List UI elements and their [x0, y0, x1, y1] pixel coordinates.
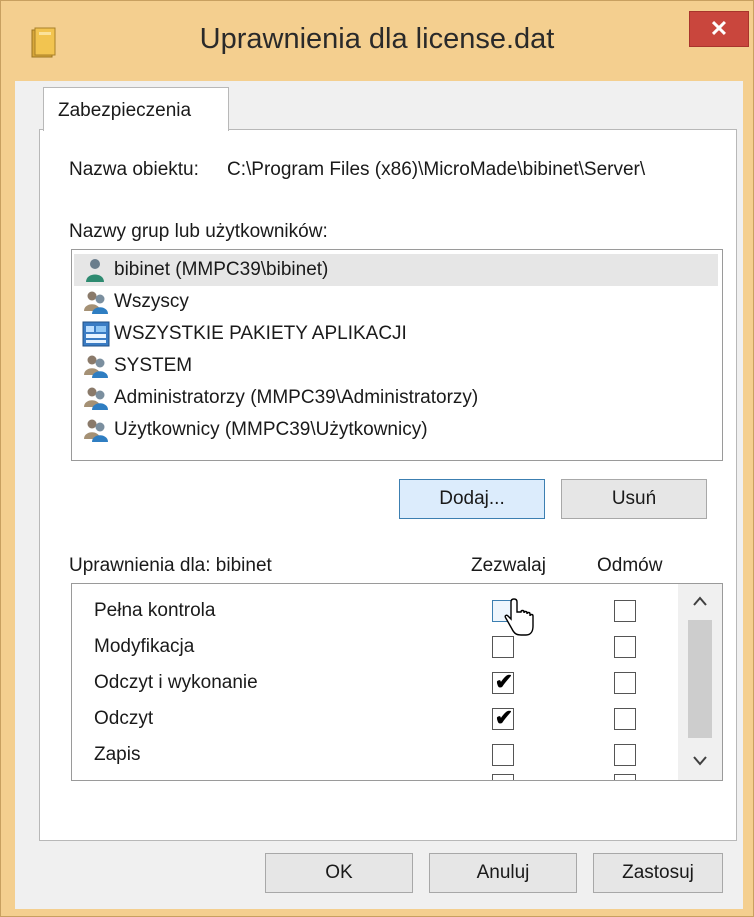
checkmark-icon: ✔ [494, 705, 514, 730]
dialog-client-area: Zabezpieczenia Nazwa obiektu: C:\Program… [15, 81, 743, 909]
permissions-dialog: Uprawnienia dla license.dat ✕ Zabezpiecz… [0, 0, 754, 917]
add-button[interactable]: Dodaj... [399, 479, 545, 519]
permission-row: Odczyt ✔ [72, 702, 672, 738]
list-item-label: Użytkownicy (MMPC39\Użytkownicy) [114, 419, 428, 440]
cancel-button[interactable]: Anuluj [429, 853, 577, 893]
groups-label: Nazwy grup lub użytkowników: [69, 221, 328, 242]
allow-checkbox[interactable] [492, 774, 514, 780]
permissions-list: Pełna kontrola Modyfikacja Odczyt i wyko… [71, 583, 723, 781]
list-item-label: Administratorzy (MMPC39\Administratorzy) [114, 387, 479, 408]
checkmark-icon: ✔ [494, 669, 514, 694]
deny-checkbox[interactable] [614, 708, 636, 730]
group-icon [84, 419, 108, 442]
object-name-label: Nazwa obiektu: [69, 159, 199, 180]
permission-row: Odczyt i wykonanie ✔ [72, 666, 672, 702]
list-item[interactable]: Wszyscy [74, 286, 718, 318]
permission-label: Odczyt i wykonanie [94, 672, 258, 693]
list-item-label: WSZYSTKIE PAKIETY APLIKACJI [114, 323, 407, 344]
close-icon: ✕ [709, 16, 729, 41]
groups-list[interactable]: bibinet (MMPC39\bibinet) Wszyscy WSZYSTK… [71, 249, 723, 461]
permission-label: Odczyt [94, 708, 154, 729]
list-item[interactable]: SYSTEM [74, 350, 718, 382]
list-item[interactable]: WSZYSTKIE PAKIETY APLIKACJI [74, 318, 718, 350]
group-icon [84, 291, 108, 314]
apply-button[interactable]: Zastosuj [593, 853, 723, 893]
tab-security-label: Zabezpieczenia [58, 100, 192, 121]
allow-column-header: Zezwalaj [471, 555, 546, 576]
user-icon [86, 259, 104, 282]
object-name-value: C:\Program Files (x86)\MicroMade\bibinet… [227, 159, 646, 180]
permission-row: Modyfikacja [72, 630, 672, 666]
allow-checkbox[interactable]: ✔ [492, 669, 514, 694]
list-item[interactable]: Użytkownicy (MMPC39\Użytkownicy) [74, 414, 718, 446]
list-item-label: Wszyscy [114, 291, 189, 312]
list-item-label: bibinet (MMPC39\bibinet) [114, 259, 329, 280]
permissions-for-label: Uprawnienia dla: bibinet [69, 555, 272, 576]
chevron-down-icon [693, 756, 707, 766]
title-bar[interactable]: Uprawnienia dla license.dat ✕ [1, 1, 753, 81]
group-icon [84, 387, 108, 410]
deny-checkbox[interactable] [614, 774, 636, 780]
list-item[interactable]: Administratorzy (MMPC39\Administratorzy) [74, 382, 718, 414]
list-item[interactable]: bibinet (MMPC39\bibinet) [74, 254, 718, 286]
permission-row: Zapis [72, 738, 672, 774]
permission-label: Pełna kontrola [94, 600, 216, 621]
permission-label: Modyfikacja [94, 636, 195, 657]
remove-button[interactable]: Usuń [561, 479, 707, 519]
deny-column-header: Odmów [597, 555, 663, 576]
folder-lock-icon [31, 27, 56, 58]
permission-row [72, 774, 672, 780]
scroll-up-button[interactable] [678, 584, 722, 618]
allow-checkbox[interactable]: ✔ [492, 705, 514, 730]
scroll-down-button[interactable] [678, 744, 722, 778]
mouse-cursor-icon [504, 598, 534, 636]
app-packages-icon [82, 321, 110, 347]
deny-checkbox[interactable] [614, 600, 636, 622]
permissions-scrollbar[interactable] [678, 584, 722, 780]
permission-label: Zapis [94, 744, 141, 765]
tab-security[interactable]: Zabezpieczenia [43, 87, 229, 131]
group-icon [84, 355, 108, 378]
scroll-thumb[interactable] [688, 620, 712, 738]
allow-checkbox[interactable] [492, 636, 514, 658]
deny-checkbox[interactable] [614, 672, 636, 694]
close-button[interactable]: ✕ [689, 11, 749, 47]
list-item-label: SYSTEM [114, 355, 193, 376]
window-title: Uprawnienia dla license.dat [199, 23, 555, 55]
allow-checkbox[interactable] [492, 744, 514, 766]
ok-button[interactable]: OK [265, 853, 413, 893]
deny-checkbox[interactable] [614, 744, 636, 766]
deny-checkbox[interactable] [614, 636, 636, 658]
permission-row: Pełna kontrola [72, 594, 672, 630]
chevron-up-icon [693, 596, 707, 606]
